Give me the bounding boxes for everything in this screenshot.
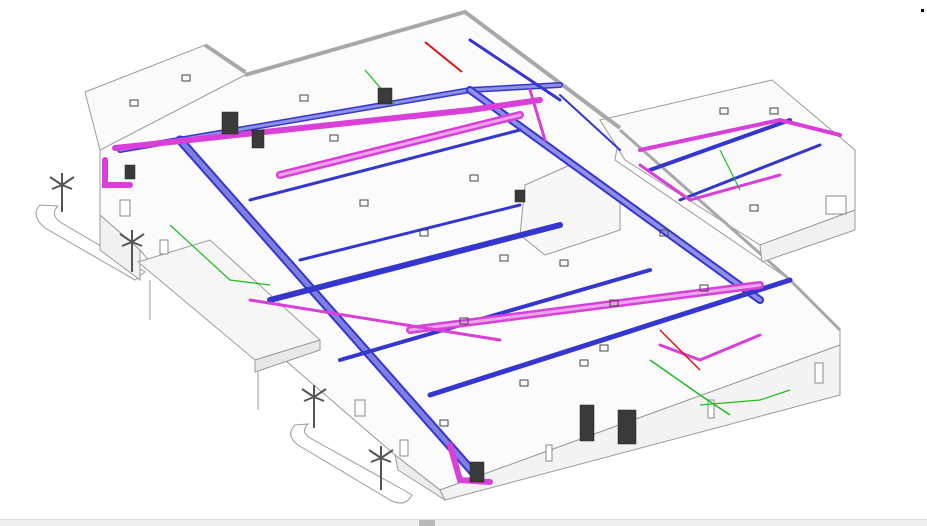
building-shell — [84, 9, 856, 502]
building-mep-model — [35, 9, 856, 504]
view-corner-marker — [921, 9, 924, 12]
horizontal-scrollbar[interactable] — [0, 519, 927, 526]
scrollbar-thumb[interactable] — [419, 520, 435, 526]
palm-tree-3 — [301, 385, 327, 428]
model-viewport[interactable] — [0, 0, 927, 519]
palm-tree-4 — [368, 446, 394, 490]
